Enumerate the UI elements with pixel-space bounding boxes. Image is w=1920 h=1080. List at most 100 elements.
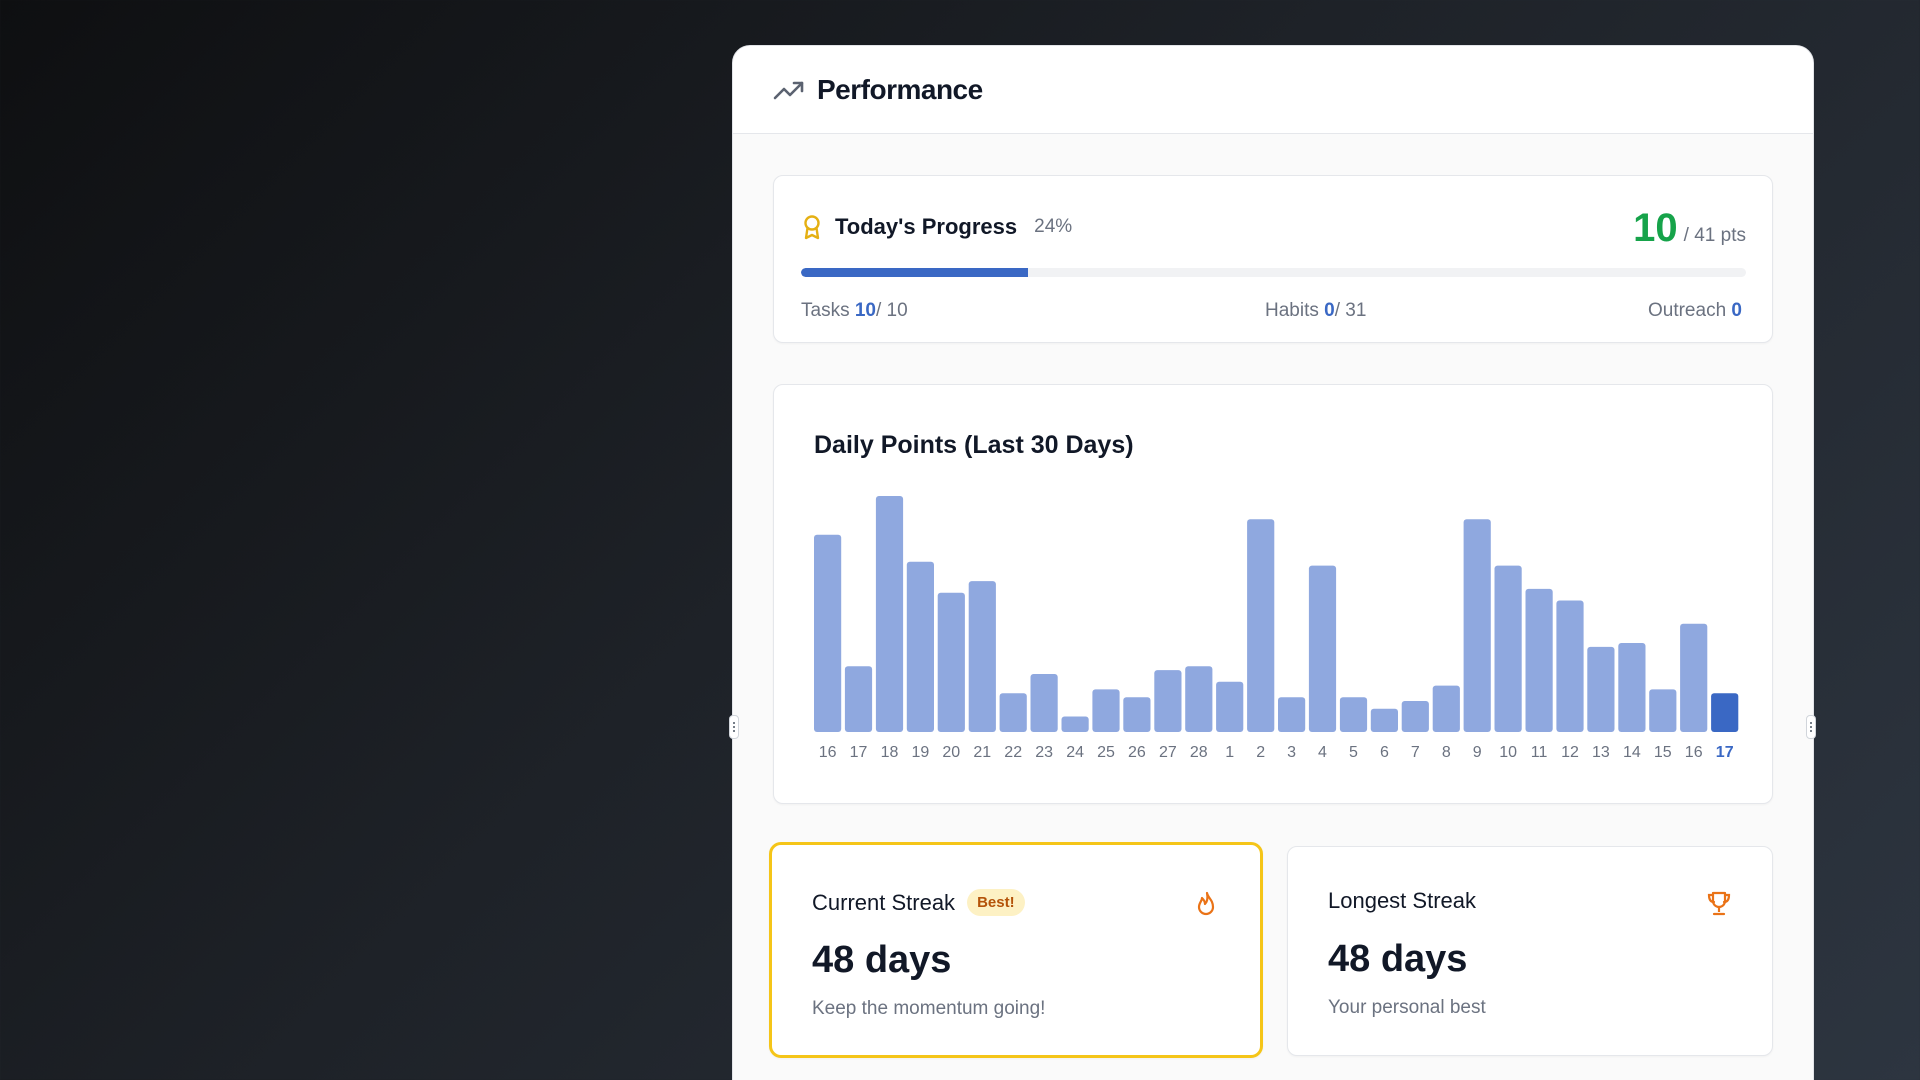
chart-bar[interactable] bbox=[814, 534, 842, 732]
chart-x-tick-label: 17 bbox=[1716, 744, 1734, 761]
chart-bar[interactable] bbox=[1308, 565, 1337, 732]
chart-bar[interactable] bbox=[1278, 697, 1306, 732]
progress-bar-track bbox=[801, 268, 1746, 277]
award-icon bbox=[801, 214, 823, 240]
chart-x-tick-label: 15 bbox=[1654, 744, 1672, 761]
chart-x-tick-label: 24 bbox=[1066, 744, 1084, 761]
chart-x-tick-label: 3 bbox=[1287, 744, 1296, 761]
chart-bar[interactable] bbox=[1587, 646, 1615, 732]
chart-x-tick-label: 4 bbox=[1318, 744, 1327, 761]
left-resize-handle[interactable] bbox=[729, 715, 739, 739]
longest-streak-card: Longest Streak 48 days Your personal bes… bbox=[1287, 846, 1773, 1056]
chart-bar[interactable] bbox=[1061, 716, 1089, 733]
habits-total: / 31 bbox=[1334, 300, 1367, 321]
points-total: / 41 pts bbox=[1683, 225, 1746, 246]
chart-bar[interactable] bbox=[1401, 701, 1429, 732]
current-streak-heading: Current Streak Best! bbox=[812, 889, 1025, 916]
performance-panel: Performance Today's Progress 24% 10 / 41… bbox=[732, 45, 1814, 1080]
chart-x-tick-label: 11 bbox=[1531, 744, 1548, 761]
daily-points-chart-card: Daily Points (Last 30 Days) 16 17 18 19 20 21… bbox=[773, 384, 1773, 804]
right-resize-handle[interactable] bbox=[1806, 715, 1816, 739]
chart-x-tick-label: 5 bbox=[1349, 744, 1358, 761]
best-badge: Best! bbox=[967, 889, 1025, 916]
chart-x-tick-label: 20 bbox=[942, 744, 960, 761]
chart-bar[interactable] bbox=[1247, 519, 1275, 732]
chart-bar[interactable] bbox=[1030, 674, 1058, 732]
outreach-stat: Outreach 0 bbox=[1648, 300, 1742, 322]
progress-bar-fill bbox=[801, 268, 1028, 277]
panel-header: Performance bbox=[733, 46, 1813, 134]
chart-bar[interactable] bbox=[968, 581, 996, 732]
longest-streak-label: Longest Streak bbox=[1328, 888, 1476, 913]
chart-bar[interactable] bbox=[1092, 689, 1120, 732]
chart-x-tick-label: 10 bbox=[1499, 744, 1517, 761]
progress-heading: Today's Progress 24% bbox=[801, 214, 1072, 240]
chart-x-tick-label: 16 bbox=[819, 744, 837, 761]
chart-x-tick-label: 6 bbox=[1380, 744, 1389, 761]
chart-x-tick-label: 28 bbox=[1190, 744, 1208, 761]
chart-bar[interactable] bbox=[1432, 685, 1460, 732]
daily-points-chart: 16 17 18 19 20 21 22 23 24 25 26 27 28 1 2 3 4 5 6 7 8 9 10 11 1… bbox=[814, 496, 1739, 761]
habits-label: Habits bbox=[1265, 300, 1319, 321]
chart-bar[interactable] bbox=[1123, 697, 1151, 732]
chart-bar[interactable] bbox=[844, 666, 873, 732]
progress-title: Today's Progress bbox=[835, 214, 1018, 239]
chart-x-tick-label: 18 bbox=[881, 744, 899, 761]
chart-x-tick-label: 12 bbox=[1561, 744, 1579, 761]
chart-bar[interactable] bbox=[999, 693, 1027, 732]
chart-bar[interactable] bbox=[875, 496, 904, 732]
habits-stat: Habits 0/ 31 bbox=[1265, 300, 1366, 322]
chart-bar[interactable] bbox=[1216, 681, 1244, 732]
chart-bar[interactable] bbox=[1649, 689, 1677, 732]
chart-x-tick-label: 17 bbox=[850, 744, 868, 761]
outreach-value: 0 bbox=[1731, 300, 1742, 321]
chart-bar[interactable] bbox=[1525, 588, 1553, 732]
chart-bar[interactable] bbox=[1711, 693, 1739, 732]
chart-x-tick-label: 9 bbox=[1473, 744, 1482, 761]
tasks-value: 10 bbox=[854, 300, 876, 321]
chart-bar[interactable] bbox=[1618, 643, 1646, 732]
longest-streak-heading: Longest Streak bbox=[1328, 888, 1476, 914]
chart-x-tick-label: 8 bbox=[1442, 744, 1451, 761]
chart-x-tick-label: 21 bbox=[973, 744, 991, 761]
chart-x-tick-label: 25 bbox=[1097, 744, 1115, 761]
chart-bar[interactable] bbox=[1556, 600, 1584, 733]
chart-bar[interactable] bbox=[1185, 666, 1213, 732]
longest-streak-value: 48 days bbox=[1328, 938, 1468, 980]
chart-x-tick-label: 26 bbox=[1128, 744, 1146, 761]
trending-up-icon bbox=[773, 74, 805, 106]
tasks-total: / 10 bbox=[876, 300, 908, 321]
points-value: 10 bbox=[1633, 206, 1678, 250]
trophy-icon bbox=[1706, 890, 1732, 918]
current-streak-subtitle: Keep the momentum going! bbox=[812, 998, 1046, 1019]
page-title: Performance bbox=[817, 73, 983, 105]
longest-streak-subtitle: Your personal best bbox=[1328, 997, 1486, 1018]
chart-x-tick-label: 13 bbox=[1592, 744, 1610, 761]
habits-value: 0 bbox=[1324, 300, 1335, 321]
chart-x-tick-label: 19 bbox=[912, 744, 930, 761]
progress-percent: 24% bbox=[1034, 216, 1073, 237]
current-streak-label: Current Streak bbox=[812, 889, 956, 915]
todays-progress-card: Today's Progress 24% 10 / 41 pts Tasks 1… bbox=[773, 175, 1773, 343]
chart-bar[interactable] bbox=[937, 592, 965, 732]
chart-bar[interactable] bbox=[1339, 697, 1368, 732]
chart-x-tick-label: 7 bbox=[1411, 744, 1420, 761]
chart-x-tick-label: 22 bbox=[1004, 744, 1022, 761]
chart-bar[interactable] bbox=[1463, 519, 1491, 732]
chart-bar[interactable] bbox=[1680, 623, 1708, 732]
current-streak-value: 48 days bbox=[812, 939, 952, 981]
chart-x-tick-label: 16 bbox=[1685, 744, 1703, 761]
chart-x-tick-label: 23 bbox=[1035, 744, 1053, 761]
chart-bar[interactable] bbox=[906, 561, 934, 732]
chart-x-tick-label: 27 bbox=[1159, 744, 1177, 761]
current-streak-card: Current Streak Best! 48 days Keep the mo… bbox=[769, 842, 1263, 1058]
chart-bar[interactable] bbox=[1154, 670, 1182, 732]
chart-bar[interactable] bbox=[1370, 708, 1398, 732]
chart-x-tick-label: 14 bbox=[1623, 744, 1641, 761]
tasks-stat: Tasks 10/ 10 bbox=[801, 300, 908, 322]
flame-icon bbox=[1194, 891, 1220, 919]
points-summary: 10 / 41 pts bbox=[1633, 206, 1746, 251]
chart-bar[interactable] bbox=[1494, 565, 1522, 732]
chart-x-tick-label: 1 bbox=[1225, 744, 1234, 761]
tasks-label: Tasks bbox=[801, 300, 850, 321]
